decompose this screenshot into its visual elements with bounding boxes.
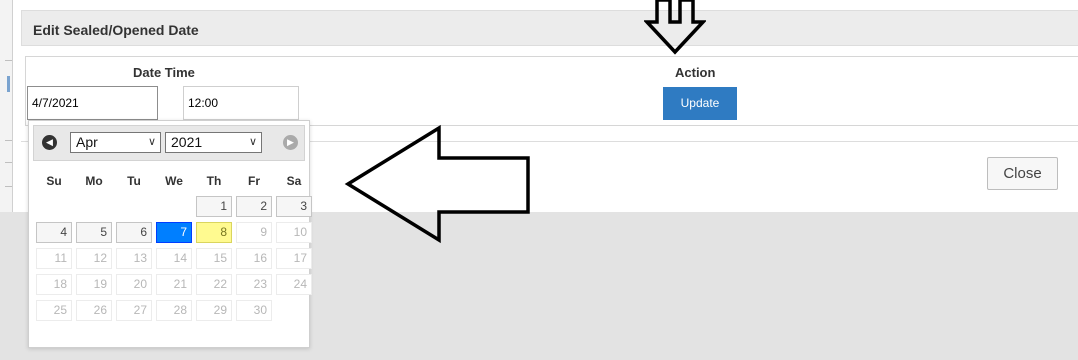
calendar-day[interactable]: 7 (156, 222, 192, 243)
calendar-day[interactable]: 6 (116, 222, 152, 243)
weekday-label: Sa (286, 174, 302, 188)
calendar-day: 19 (76, 274, 112, 295)
calendar-day[interactable]: 4 (36, 222, 72, 243)
edge-accent (7, 76, 10, 92)
calendar-day: 30 (236, 300, 272, 321)
calendar-day[interactable]: 3 (276, 196, 312, 217)
datetime-panel: Date Time Action 4/7/2021 12:00 Update (25, 56, 1078, 126)
calendar-day[interactable]: 2 (236, 196, 272, 217)
action-column-header: Action (675, 65, 716, 80)
calendar-day: 20 (116, 274, 152, 295)
edge-divider (5, 186, 12, 187)
weekday-label: We (165, 174, 183, 188)
chevron-down-icon: ∨ (147, 136, 156, 148)
edge-divider (5, 162, 12, 163)
calendar-day: 23 (236, 274, 272, 295)
calendar-day: 14 (156, 248, 192, 269)
year-select[interactable]: 2021 ∨ (165, 132, 262, 153)
datepicker-popup: ◀ Apr ∨ 2021 ∨ ▶ Su Mo Tu We Th Fr Sa 12345678… (28, 120, 312, 348)
calendar-day: 17 (276, 248, 312, 269)
calendar-day: 29 (196, 300, 232, 321)
weekday-label: Th (206, 174, 222, 188)
date-input[interactable]: 4/7/2021 (27, 86, 158, 120)
calendar-day: 25 (36, 300, 72, 321)
down-arrow-annotation (644, 0, 706, 55)
weekday-label: Mo (85, 174, 103, 188)
weekday-label: Fr (248, 174, 260, 188)
calendar-day: 24 (276, 274, 312, 295)
chevron-down-icon: ∨ (248, 136, 257, 148)
weekday-label: Tu (127, 174, 141, 188)
left-arrow-annotation (344, 124, 530, 244)
background-panel-edge (0, 0, 12, 212)
datetime-column-header: Date Time (133, 65, 195, 80)
calendar-day: 28 (156, 300, 192, 321)
weekday-label: Su (46, 174, 62, 188)
dialog-title: Edit Sealed/Opened Date (33, 22, 199, 38)
calendar-day[interactable]: 5 (76, 222, 112, 243)
calendar-day[interactable]: 1 (196, 196, 232, 217)
month-select-value: Apr (76, 134, 98, 150)
calendar-day: 26 (76, 300, 112, 321)
calendar-day: 27 (116, 300, 152, 321)
calendar-day: 12 (76, 248, 112, 269)
calendar-day[interactable]: 8 (196, 222, 232, 243)
update-button[interactable]: Update (663, 87, 737, 120)
calendar-day: 15 (196, 248, 232, 269)
calendar-day: 13 (116, 248, 152, 269)
calendar-day: 22 (196, 274, 232, 295)
next-month-icon[interactable]: ▶ (283, 135, 298, 150)
calendar-day: 10 (276, 222, 312, 243)
month-select[interactable]: Apr ∨ (70, 132, 161, 153)
calendar-day: 9 (236, 222, 272, 243)
edge-divider (5, 140, 12, 141)
calendar-day: 16 (236, 248, 272, 269)
prev-month-icon[interactable]: ◀ (42, 135, 57, 150)
time-input[interactable]: 12:00 (183, 86, 299, 120)
calendar-day: 11 (36, 248, 72, 269)
close-button[interactable]: Close (987, 157, 1058, 190)
datepicker-header: ◀ Apr ∨ 2021 ∨ ▶ (33, 125, 305, 161)
calendar-day: 21 (156, 274, 192, 295)
dialog-titlebar: Edit Sealed/Opened Date (21, 10, 1078, 46)
edge-divider (5, 60, 12, 61)
calendar-day: 18 (36, 274, 72, 295)
year-select-value: 2021 (171, 134, 203, 150)
